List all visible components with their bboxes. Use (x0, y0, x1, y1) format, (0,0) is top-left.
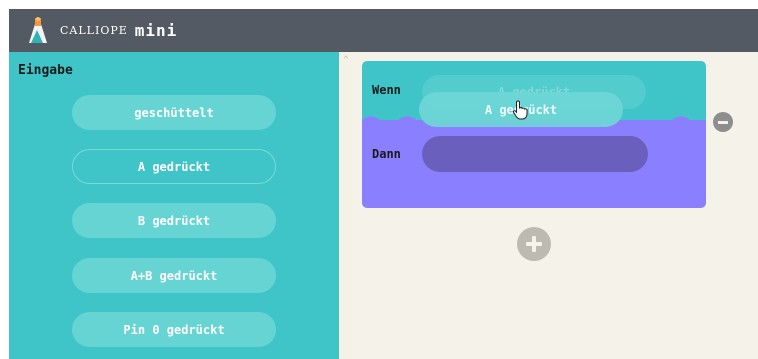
then-slot[interactable] (422, 136, 648, 172)
remove-rule-button[interactable] (713, 112, 733, 132)
calliope-logo-icon (29, 17, 47, 43)
palette-item-b-pressed[interactable]: B gedrückt (72, 203, 276, 238)
palette-title: Eingabe (18, 63, 73, 78)
palette-item-ab-pressed[interactable]: A+B gedrückt (72, 258, 276, 293)
palette-item-shaken[interactable]: geschüttelt (72, 95, 276, 130)
hand-pointer-icon (512, 100, 528, 120)
when-label: Wenn (372, 83, 401, 97)
app-brand: CALLIOPE mini (60, 9, 177, 52)
block-palette: Eingabe geschüttelt A gedrückt B gedrück… (9, 52, 339, 359)
chevron-up-icon[interactable]: ⌃ (341, 55, 351, 65)
add-rule-button[interactable] (517, 227, 551, 261)
rule-card: Wenn A gedrückt Dann (362, 61, 706, 208)
app-header: CALLIOPE mini (9, 9, 758, 52)
palette-scrollbar[interactable] (339, 52, 353, 359)
palette-item-a-pressed[interactable]: A gedrückt (72, 149, 276, 184)
brand-name: CALLIOPE (60, 24, 128, 37)
then-label: Dann (372, 147, 401, 161)
palette-item-pin0-pressed[interactable]: Pin 0 gedrückt (72, 312, 276, 347)
brand-mini: mini (134, 21, 178, 40)
